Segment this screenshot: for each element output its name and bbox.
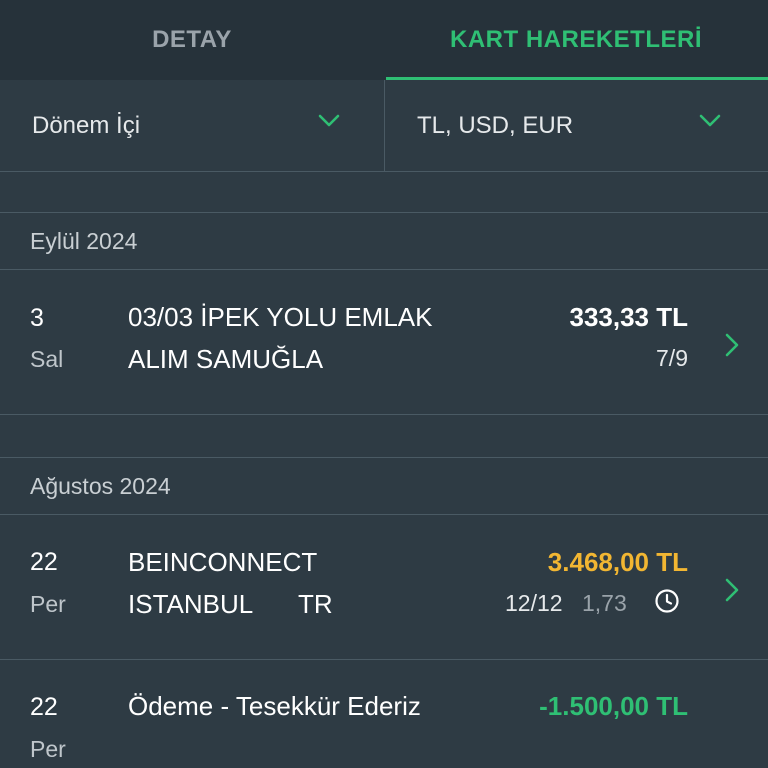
filter-bar: Dönem İçi TL, USD, EUR — [0, 80, 768, 172]
transaction-description-line2: ALIM SAMUĞLA — [128, 344, 324, 374]
section-header-agustos-2024: Ağustos 2024 — [0, 457, 768, 515]
transaction-row[interactable]: 3 Sal 03/03 İPEK YOLU EMLAK ALIM SAMUĞLA… — [0, 270, 768, 415]
transaction-row[interactable]: 22 Per BEINCONNECT ISTANBUL TR 3.468,00 … — [0, 515, 768, 660]
tab-detay[interactable]: DETAY — [0, 0, 384, 80]
transaction-row[interactable]: 22 Per Ödeme - Tesekkür Ederiz -1.500,00… — [0, 660, 768, 768]
chevron-right-icon[interactable] — [724, 332, 740, 358]
chevron-right-icon[interactable] — [724, 577, 740, 603]
transaction-day: 22 — [30, 693, 58, 721]
transaction-weekday: Per — [30, 591, 66, 617]
section-title: Eylül 2024 — [30, 227, 138, 254]
installment-count: 7/9 — [656, 345, 688, 371]
transaction-day: 22 — [30, 548, 58, 576]
transaction-day: 3 — [30, 304, 44, 332]
transaction-amount: 333,33 TL — [569, 302, 688, 332]
transaction-weekday: Per — [30, 736, 66, 762]
transaction-amount-pending: 3.468,00 TL — [547, 547, 688, 577]
transaction-description: Ödeme - Tesekkür Ederiz — [128, 691, 421, 721]
interest-rate: 1,73 — [582, 590, 627, 616]
period-dropdown[interactable]: Dönem İçi — [0, 80, 385, 171]
clock-icon — [654, 588, 680, 614]
transaction-description: 03/03 İPEK YOLU EMLAK — [128, 302, 433, 332]
section-header-eylul-2024: Eylül 2024 — [0, 212, 768, 270]
transaction-amount-payment: -1.500,00 TL — [539, 691, 688, 721]
currency-dropdown-value: TL, USD, EUR — [417, 111, 574, 139]
transaction-location: ISTANBUL — [128, 589, 254, 619]
transaction-weekday: Sal — [30, 346, 64, 372]
transaction-description: BEINCONNECT — [128, 547, 318, 577]
period-dropdown-value: Dönem İçi — [32, 111, 141, 139]
installment-count: 12/12 — [505, 590, 563, 616]
currency-dropdown[interactable]: TL, USD, EUR — [385, 80, 768, 171]
transaction-country: TR — [298, 589, 333, 619]
section-title: Ağustos 2024 — [30, 472, 171, 499]
tab-bar: DETAY KART HAREKETLERİ — [0, 0, 768, 80]
chevron-down-icon — [699, 114, 721, 128]
tab-kart-hareketleri[interactable]: KART HAREKETLERİ — [384, 0, 768, 80]
chevron-down-icon — [318, 114, 340, 128]
